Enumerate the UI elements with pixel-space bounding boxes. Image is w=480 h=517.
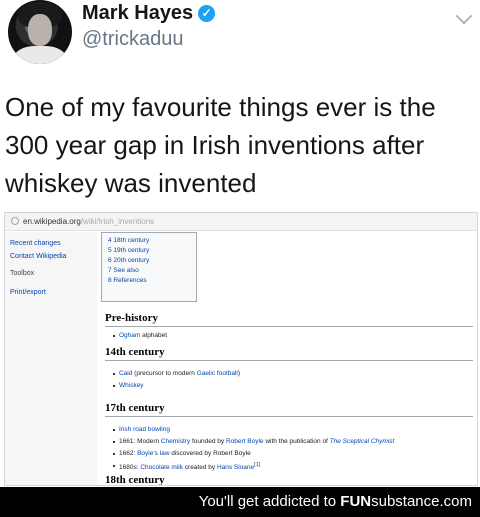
list-item: Caid (precursor to modern Gaelic footbal…: [113, 370, 475, 377]
link-chemistry[interactable]: Chemistry: [161, 438, 190, 445]
tweet-text: One of my favourite things ever is the 3…: [5, 92, 436, 198]
list-item-text: with the publication of: [263, 438, 330, 445]
list-item: Whiskey: [113, 382, 475, 389]
avatar-face: [28, 14, 52, 46]
display-name[interactable]: Mark Hayes ✓: [82, 2, 216, 25]
toc-item[interactable]: 4 18th century: [108, 237, 196, 244]
section-heading-17th-century: 17th century: [105, 402, 473, 417]
list-item-text: alphabet: [140, 332, 168, 339]
table-of-contents: 4 18th century 5 19th century 6 20th cen…: [101, 232, 197, 302]
footer-banner: You'll get addicted to FUNsubstance.com: [0, 487, 480, 517]
list-item: Ogham alphabet: [113, 332, 475, 339]
list-item-text: ): [237, 370, 241, 377]
link-chocolate-milk[interactable]: Chocolate milk: [140, 464, 183, 471]
c17-list: Irish road bowling 1661: Modern Chemistr…: [113, 426, 475, 476]
link-irish-road-bowling[interactable]: Irish road bowling: [119, 426, 170, 433]
tweet-header: Mark Hayes ✓ @trickaduu: [8, 0, 473, 70]
list-item-text: discovered by Robert Boyle: [169, 450, 251, 457]
url-bar: en.wikipedia.org/wiki/Irish_inventions: [5, 213, 477, 231]
footer-brand-rest: substance.com: [371, 493, 472, 510]
citation-link[interactable]: [1]: [254, 462, 260, 468]
list-item: Irish road bowling: [113, 426, 475, 433]
prehistory-list: Ogham alphabet: [113, 332, 475, 344]
link-sceptical-chymist[interactable]: The Sceptical Chymist: [330, 438, 395, 445]
link-whiskey[interactable]: Whiskey: [119, 382, 144, 389]
link-robert-boyle[interactable]: Robert Boyle: [226, 438, 264, 445]
link-hans-sloane[interactable]: Hans Sloane: [217, 464, 254, 471]
sidebar-toolbox[interactable]: Toolbox: [10, 270, 97, 277]
list-item-text: (precursor to modern: [132, 370, 197, 377]
section-heading-14th-century: 14th century: [105, 346, 473, 361]
link-caid[interactable]: Caid: [119, 370, 132, 377]
url-path: /wiki/Irish_inventions: [80, 217, 155, 226]
section-heading-18th-century: 18th century: [105, 474, 473, 485]
display-name-text[interactable]: Mark Hayes: [82, 2, 193, 24]
link-boyles-law[interactable]: Boyle's law: [137, 450, 169, 457]
list-item-text: 1680s:: [119, 464, 141, 472]
globe-icon: [11, 217, 19, 225]
url-domain: en.wikipedia.org: [23, 217, 81, 226]
list-item-text: created by: [182, 464, 217, 472]
footer-prefix: You'll get addicted to: [198, 493, 341, 510]
user-handle[interactable]: @trickaduu: [82, 28, 183, 51]
wiki-main: 4 18th century 5 19th century 6 20th cen…: [101, 232, 475, 485]
sidebar-link-contact-wikipedia[interactable]: Contact Wikipedia: [10, 253, 97, 260]
verified-badge-icon: ✓: [198, 5, 216, 22]
toc-item[interactable]: 6 20th century: [108, 257, 196, 264]
sidebar-print-export[interactable]: Print/export: [10, 289, 97, 296]
list-item-text: founded by: [190, 438, 226, 445]
avatar-shirt: [14, 46, 66, 64]
wiki-screenshot: en.wikipedia.org/wiki/Irish_inventions R…: [4, 212, 478, 486]
footer-brand-bold: FUN: [340, 493, 372, 510]
toc-item[interactable]: 8 References: [108, 277, 196, 284]
avatar[interactable]: [8, 0, 72, 64]
list-item-text: 1662:: [119, 450, 138, 457]
link-gaelic-football[interactable]: Gaelic football: [197, 370, 238, 377]
sidebar-link-recent-changes[interactable]: Recent changes: [10, 240, 97, 247]
toc-item[interactable]: 7 See also: [108, 267, 196, 274]
chevron-down-icon[interactable]: [455, 7, 473, 25]
c14-list: Caid (precursor to modern Gaelic footbal…: [113, 370, 475, 394]
toc-item[interactable]: 5 19th century: [108, 247, 196, 254]
section-heading-prehistory: Pre-history: [105, 312, 473, 327]
link-ogham[interactable]: Ogham: [119, 332, 140, 339]
list-item-text: 1661: Modern: [119, 438, 161, 445]
list-item: 1662: Boyle's law discovered by Robert B…: [113, 450, 475, 457]
list-item: 1661: Modern Chemistry founded by Robert…: [113, 438, 475, 445]
list-item: 1680s: Chocolate milk created by Hans Sl…: [113, 462, 475, 471]
wiki-sidebar: Recent changes Contact Wikipedia Toolbox…: [5, 232, 97, 485]
